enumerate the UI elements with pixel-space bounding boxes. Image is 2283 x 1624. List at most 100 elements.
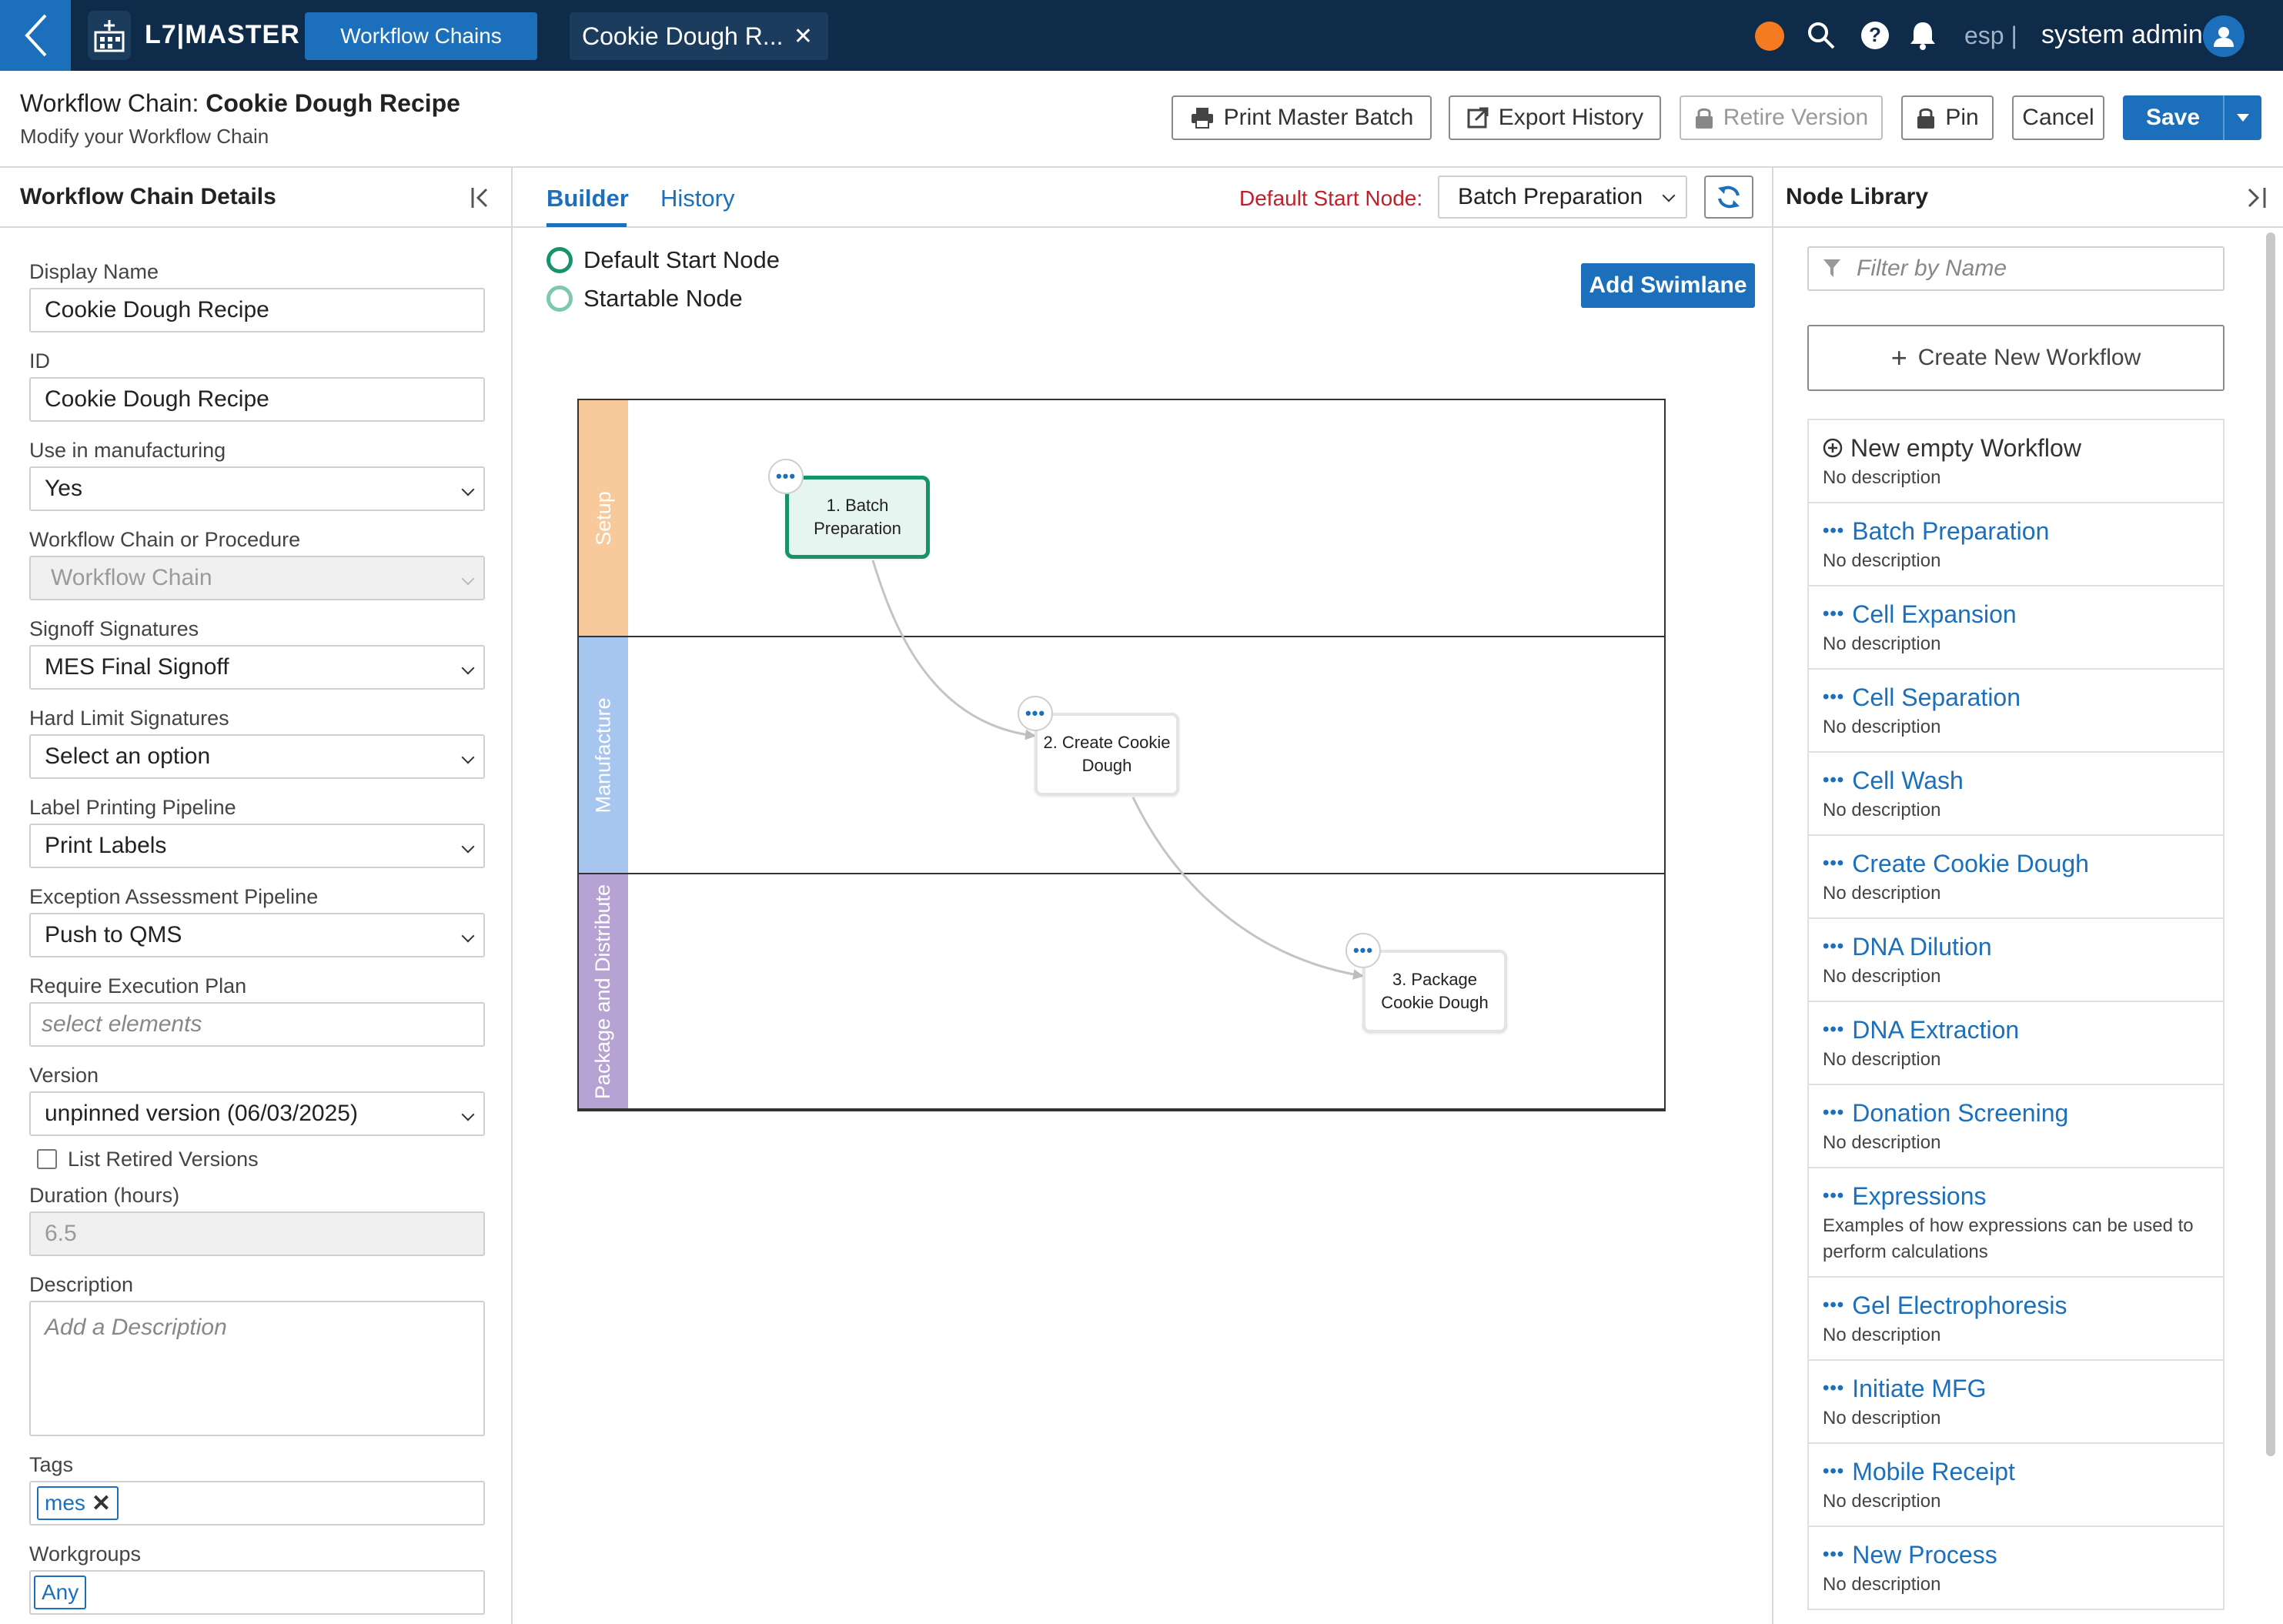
list-item-title: ••• Donation Screening [1823, 1098, 2209, 1128]
pin-button[interactable]: Pin [1901, 95, 1994, 140]
plus-icon: + [1890, 342, 1907, 373]
list-item[interactable]: ••• Batch Preparation No description [1807, 503, 2225, 586]
list-item[interactable]: ••• Mobile Receipt No description [1807, 1444, 2225, 1527]
workflow-node[interactable]: 3. Package Cookie Dough [1362, 950, 1507, 1033]
chain-or-procedure-label: Workflow Chain or Procedure [29, 528, 301, 551]
list-item[interactable]: ••• Gel Electrophoresis No description [1807, 1278, 2225, 1361]
list-item[interactable]: ••• DNA Dilution No description [1807, 919, 2225, 1002]
swimlane-diagram[interactable]: Setup Manufacture Package and Distribute [577, 399, 1666, 1111]
node-library-list: New empty Workflow No description ••• Bat… [1807, 419, 2225, 1610]
tags-input[interactable]: mes ✕ [29, 1481, 485, 1525]
workflow-node[interactable]: 2. Create Cookie Dough [1035, 713, 1179, 796]
list-item[interactable]: ••• Cell Wash No description [1807, 753, 2225, 836]
create-new-workflow-button[interactable]: + Create New Workflow [1807, 325, 2225, 391]
tab-builder[interactable]: Builder [547, 185, 629, 212]
execution-plan-input[interactable]: select elements [29, 1002, 485, 1047]
id-field[interactable]: Cookie Dough Recipe [29, 377, 485, 422]
use-in-manufacturing-label: Use in manufacturing [29, 439, 226, 462]
close-icon[interactable]: ✕ [794, 23, 813, 50]
list-item-description: No description [1823, 1491, 1941, 1512]
list-item-description: No description [1823, 800, 1941, 820]
ellipsis-icon: ••• [1823, 1185, 1845, 1206]
list-item[interactable]: New empty Workflow No description [1807, 420, 2225, 503]
chevron-down-icon[interactable] [2223, 95, 2261, 140]
list-item[interactable]: ••• Cell Expansion No description [1807, 586, 2225, 670]
save-button[interactable]: Save [2123, 95, 2261, 140]
remove-tag-icon[interactable]: ✕ [92, 1490, 111, 1517]
legend-default-start-label: Default Start Node [583, 246, 780, 273]
list-item[interactable]: ••• Initiate MFG No description [1807, 1361, 2225, 1444]
collapse-left-icon[interactable] [468, 185, 494, 211]
use-in-manufacturing-select[interactable]: Yes [29, 466, 485, 511]
builder-area: Builder History Default Start Node: Batc… [513, 168, 1772, 1624]
list-item-label: DNA Dilution [1852, 933, 1992, 961]
search-icon[interactable] [1806, 20, 1837, 51]
top-nav-bar: L7|MASTER Workflow Chains Cookie Dough R… [0, 0, 2283, 71]
list-item-label: Mobile Receipt [1852, 1458, 2015, 1485]
language-switcher[interactable]: esp | [1964, 22, 2017, 50]
list-item[interactable]: ••• Create Cookie Dough No description [1807, 836, 2225, 919]
list-item-title: ••• Gel Electrophoresis [1823, 1290, 2209, 1321]
list-item[interactable]: ••• Expressions Examples of how expressio… [1807, 1168, 2225, 1278]
page-header: Workflow Chain: Cookie Dough Recipe Modi… [0, 71, 2283, 168]
legend-startable: Startable Node [547, 285, 743, 312]
app-logo-icon[interactable] [88, 11, 131, 60]
version-select[interactable]: unpinned version (06/03/2025) [29, 1091, 485, 1136]
details-form: Display Name Cookie Dough Recipe ID Cook… [29, 260, 485, 1624]
default-start-node-select[interactable]: Batch Preparation [1438, 175, 1687, 219]
refresh-button[interactable] [1704, 175, 1753, 219]
lock-icon [1695, 108, 1713, 129]
label-printing-label: Label Printing Pipeline [29, 796, 236, 819]
list-item[interactable]: ••• New Process No description [1807, 1527, 2225, 1610]
back-button[interactable] [0, 0, 71, 71]
tab-workflow-chains[interactable]: Workflow Chains [305, 12, 537, 60]
list-item-title: ••• DNA Dilution [1823, 931, 2209, 962]
label-printing-select[interactable]: Print Labels [29, 824, 485, 868]
node-menu-icon[interactable]: ••• [1345, 933, 1381, 968]
list-retired-versions-row[interactable]: List Retired Versions [37, 1145, 485, 1173]
ellipsis-icon: ••• [1823, 936, 1845, 957]
ellipsis-icon: ••• [1823, 1544, 1845, 1565]
filter-input[interactable]: Filter by Name [1807, 246, 2225, 291]
id-label: ID [29, 349, 50, 373]
tag-chip: mes ✕ [37, 1486, 119, 1520]
scrollbar[interactable] [2266, 232, 2275, 1456]
list-item-label: Cell Wash [1852, 767, 1964, 794]
node-menu-icon[interactable]: ••• [1018, 696, 1053, 731]
user-name[interactable]: system admin [2041, 20, 2203, 50]
workflow-node[interactable]: 1. Batch Preparation [785, 476, 930, 559]
retire-version-button[interactable]: Retire Version [1680, 95, 1883, 140]
help-icon[interactable]: ? [1860, 20, 1890, 51]
version-label: Version [29, 1064, 99, 1087]
list-retired-versions-checkbox[interactable] [37, 1149, 57, 1169]
list-item[interactable]: ••• Cell Separation No description [1807, 670, 2225, 753]
add-swimlane-button[interactable]: Add Swimlane [1581, 263, 1755, 308]
exception-pipeline-select[interactable]: Push to QMS [29, 913, 485, 957]
page-subtitle: Modify your Workflow Chain [20, 125, 269, 148]
list-item[interactable]: ••• Donation Screening No description [1807, 1085, 2225, 1168]
hard-limit-signatures-select[interactable]: Select an option [29, 734, 485, 779]
collapse-right-icon[interactable] [2243, 185, 2269, 211]
list-item-label: Create Cookie Dough [1852, 850, 2089, 877]
export-history-button[interactable]: Export History [1449, 95, 1661, 140]
list-item-title: ••• Cell Wash [1823, 765, 2209, 796]
tab-history[interactable]: History [660, 185, 734, 212]
cancel-button[interactable]: Cancel [2012, 95, 2104, 140]
display-name-field[interactable]: Cookie Dough Recipe [29, 288, 485, 332]
tab-open-document[interactable]: Cookie Dough R... ✕ [570, 12, 828, 60]
user-icon[interactable] [2203, 15, 2245, 57]
create-new-workflow-label: Create New Workflow [1917, 345, 2141, 370]
bell-icon[interactable] [1907, 20, 1938, 51]
workgroups-input[interactable]: Any [29, 1570, 485, 1615]
status-indicator[interactable] [1755, 22, 1784, 51]
list-item-title: ••• New Process [1823, 1539, 2209, 1570]
signoff-signatures-select[interactable]: MES Final Signoff [29, 645, 485, 690]
list-item-description: No description [1823, 1574, 1941, 1595]
description-textarea[interactable]: Add a Description [29, 1301, 485, 1436]
print-master-batch-button[interactable]: Print Master Batch [1172, 95, 1432, 140]
list-item-title: ••• Cell Separation [1823, 682, 2209, 713]
list-item[interactable]: ••• DNA Extraction No description [1807, 1002, 2225, 1085]
node-library-panel: Node Library Filter by Name + Create New… [1772, 168, 2283, 1624]
node-menu-icon[interactable]: ••• [768, 459, 804, 494]
edge-2-to-3 [1131, 797, 1364, 980]
